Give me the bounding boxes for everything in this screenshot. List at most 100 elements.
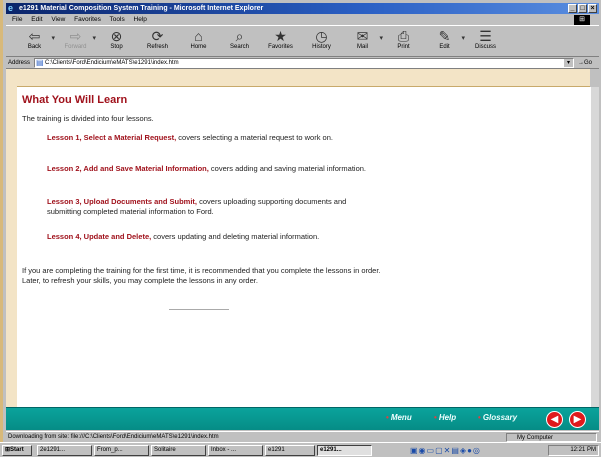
forward-button[interactable]: ⇨ Forward <box>55 26 96 56</box>
nav-menu-label: Menu <box>390 413 412 422</box>
taskbar-item[interactable]: From_p... <box>94 445 149 456</box>
divider <box>169 309 229 310</box>
taskbar-item-active[interactable]: e1291... <box>317 445 372 456</box>
taskbar-item[interactable]: e1291 <box>265 445 315 456</box>
taskbar-item[interactable]: Solitaire <box>151 445 206 456</box>
toolbar-label: Refresh <box>146 44 168 50</box>
ie-icon: e <box>8 3 14 13</box>
history-icon: ◷ <box>315 28 328 44</box>
window-title: e1291 Material Composition System Traini… <box>19 5 264 12</box>
toolbar-label: Forward <box>64 44 87 50</box>
discuss-icon: ☰ <box>479 28 492 44</box>
edit-button[interactable]: ✎ Edit <box>424 26 465 56</box>
status-bar: Downloading from site: file:///C:\Client… <box>6 431 599 442</box>
toolbar-label: Edit <box>439 44 450 50</box>
back-arrow-icon: ⇦ <box>28 28 41 44</box>
nav-help-link[interactable]: • Help <box>434 413 456 422</box>
security-zone: My Computer <box>506 433 597 442</box>
bullet-icon: • <box>478 413 481 422</box>
clock: 12:21 PM <box>570 447 596 453</box>
lesson-description: covers adding and saving material inform… <box>208 164 367 173</box>
taskbar: ⊞Start 2e1291... From_p... Solitaire Inb… <box>0 442 601 457</box>
next-arrow-icon: ▶ <box>573 414 582 425</box>
lesson-link[interactable]: Lesson 4, Update and Delete, <box>47 232 151 241</box>
nav-glossary-label: Glossary <box>482 413 518 422</box>
windows-logo-icon: ⊞ <box>574 15 590 25</box>
address-bar: Address ▤ C:\Clients\Ford\Endicium\eMATS… <box>6 57 599 69</box>
history-button[interactable]: ◷ History <box>301 26 342 56</box>
page-title: What You Will Learn <box>22 94 128 106</box>
mail-button[interactable]: ✉ Mail <box>342 26 383 56</box>
browser-window: e e1291 Material Composition System Trai… <box>0 0 601 457</box>
frame-top <box>6 69 590 87</box>
menu-tools[interactable]: Tools <box>110 16 125 23</box>
lesson-link[interactable]: Lesson 3, Upload Documents and Submit, <box>47 197 197 206</box>
address-value: C:\Clients\Ford\Endicium\eMATS\e1291\ind… <box>45 60 179 66</box>
address-input[interactable]: ▤ C:\Clients\Ford\Endicium\eMATS\e1291\i… <box>34 58 574 68</box>
vertical-scrollbar[interactable] <box>590 87 599 407</box>
toolbar-label: Home <box>190 44 207 50</box>
start-button[interactable]: ⊞Start <box>2 445 32 456</box>
system-tray: 12:21 PM <box>548 445 599 456</box>
menu-view[interactable]: View <box>51 16 65 23</box>
bullet-icon: • <box>386 413 389 422</box>
back-arrow-icon: ◀ <box>550 414 559 425</box>
home-button[interactable]: ⌂ Home <box>178 26 219 56</box>
print-icon: ⎙ <box>397 28 410 44</box>
print-button[interactable]: ⎙ Print <box>383 26 424 56</box>
refresh-button[interactable]: ⟳ Refresh <box>137 26 178 56</box>
lesson-link[interactable]: Lesson 1, Select a Material Request, <box>47 133 176 142</box>
toolbar-label: Favorites <box>268 44 293 50</box>
menu-edit[interactable]: Edit <box>31 16 42 23</box>
toolbar: ⇦Back⇨Forward⊗Stop⟳Refresh⌂Home⌕Search★F… <box>6 25 599 57</box>
maximize-button[interactable]: □ <box>578 4 587 13</box>
nav-glossary-link[interactable]: • Glossary <box>478 413 517 422</box>
nav-help-label: Help <box>438 413 457 422</box>
stop-button[interactable]: ⊗ Stop <box>96 26 137 56</box>
status-message: Downloading from site: file:///C:\Client… <box>8 434 219 440</box>
address-label: Address <box>8 60 31 66</box>
title-bar: e e1291 Material Composition System Trai… <box>6 3 599 14</box>
toolbar-label: Search <box>229 44 249 50</box>
search-icon: ⌕ <box>235 28 244 44</box>
toolbar-label: History <box>312 44 331 50</box>
go-label: Go <box>584 60 593 66</box>
outro-text: If you are completing the training for t… <box>22 266 381 285</box>
menu-help[interactable]: Help <box>134 16 147 23</box>
menu-file[interactable]: File <box>12 16 22 23</box>
nav-menu-link[interactable]: • Menu <box>386 413 412 422</box>
next-page-button[interactable]: ▶ <box>569 411 586 428</box>
lesson-link[interactable]: Lesson 2, Add and Save Material Informat… <box>47 164 209 173</box>
favorites-button[interactable]: ★ Favorites <box>260 26 301 56</box>
taskbar-item[interactable]: 2e1291... <box>37 445 92 456</box>
window-controls: _ □ × <box>568 4 597 13</box>
lesson-item: Lesson 2, Add and Save Material Informat… <box>47 164 367 174</box>
intro-text: The training is divided into four lesson… <box>22 114 154 123</box>
back-button[interactable]: ⇦ Back <box>14 26 55 56</box>
previous-page-button[interactable]: ◀ <box>546 411 563 428</box>
frame-left <box>6 69 17 407</box>
start-label: Start <box>10 447 24 453</box>
mail-icon: ✉ <box>356 28 369 44</box>
page-icon: ▤ <box>36 58 44 67</box>
lesson-item: Lesson 1, Select a Material Request, cov… <box>47 133 367 143</box>
toolbar-label: Back <box>27 44 42 50</box>
content-area: What You Will Learn The training is divi… <box>17 87 590 407</box>
address-dropdown-button[interactable]: ▾ <box>564 59 573 67</box>
discuss-button[interactable]: ☰ Discuss <box>465 26 506 56</box>
toolbar-label: Print <box>397 44 410 50</box>
menu-favorites[interactable]: Favorites <box>74 16 101 23</box>
course-nav-bar: • Menu • Help • Glossary ◀ ▶ <box>6 407 599 430</box>
quick-launch-icons[interactable]: ▣◉▭▢✕▤◈●◎ <box>410 445 481 456</box>
lesson-item: Lesson 4, Update and Delete, covers upda… <box>47 232 367 242</box>
home-icon: ⌂ <box>194 28 203 44</box>
close-button[interactable]: × <box>588 4 597 13</box>
search-button[interactable]: ⌕ Search <box>219 26 260 56</box>
minimize-button[interactable]: _ <box>568 4 577 13</box>
lesson-description: covers selecting a material request to w… <box>176 133 333 142</box>
go-button[interactable]: →Go <box>578 57 592 69</box>
toolbar-label: Mail <box>356 44 368 50</box>
toolbar-label: Stop <box>110 44 123 50</box>
forward-arrow-icon: ⇨ <box>69 28 82 44</box>
taskbar-item[interactable]: Inbox - ... <box>208 445 263 456</box>
